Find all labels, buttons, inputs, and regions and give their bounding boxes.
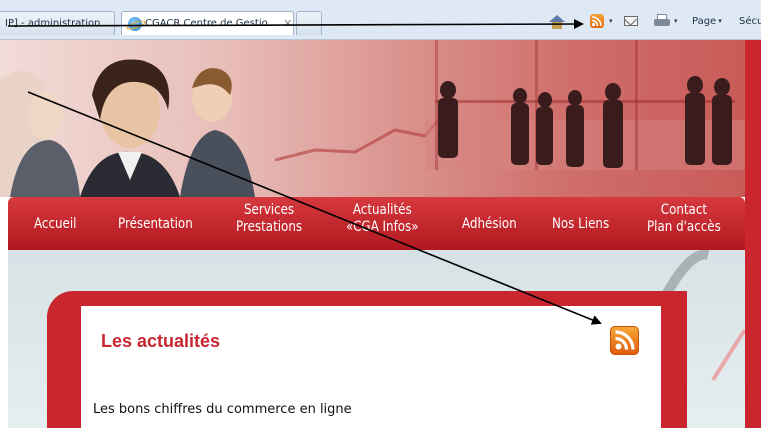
tab-label: IP] - administration bbox=[5, 18, 101, 29]
skyline-silhouette-image bbox=[274, 40, 751, 170]
mail-icon[interactable] bbox=[624, 16, 638, 26]
close-icon[interactable]: ✕ bbox=[283, 17, 292, 30]
website: Accueil Présentation Services Prestations… bbox=[0, 40, 761, 428]
rss-button[interactable] bbox=[590, 14, 604, 28]
rss-icon bbox=[591, 16, 602, 27]
business-people-image bbox=[0, 59, 255, 197]
main-navigation: Accueil Présentation Services Prestations… bbox=[8, 197, 745, 250]
screenshot-root: IP] - administration CGACR Centre de Ges… bbox=[0, 0, 761, 428]
home-icon bbox=[549, 14, 565, 29]
tab-cgacr[interactable]: CGACR Centre de Gestio... ✕ bbox=[121, 11, 294, 35]
print-dropdown[interactable]: ▾ bbox=[674, 12, 678, 30]
nav-adhesion[interactable]: Adhésion bbox=[462, 216, 517, 233]
home-button[interactable] bbox=[549, 12, 569, 30]
tab-label: CGACR Centre de Gestio... bbox=[145, 18, 278, 29]
nav-contact[interactable]: Contact Plan d'accès bbox=[647, 202, 721, 236]
rss-feed-icon bbox=[615, 330, 635, 350]
chevron-down-icon: ▾ bbox=[718, 17, 722, 25]
rss-feed-button[interactable] bbox=[610, 326, 639, 355]
tab-administration[interactable]: IP] - administration bbox=[0, 11, 115, 35]
print-button[interactable] bbox=[654, 14, 670, 28]
rss-dropdown[interactable]: ▾ bbox=[609, 12, 613, 30]
page-menu[interactable]: Page ▾ bbox=[692, 12, 722, 30]
nav-actualites[interactable]: Actualités «CGA Infos» bbox=[346, 202, 419, 236]
news-panel: Les actualités Les bons chiffres du comm… bbox=[47, 291, 687, 428]
news-title: Les actualités bbox=[101, 331, 221, 351]
nav-presentation[interactable]: Présentation bbox=[118, 216, 193, 233]
security-menu[interactable]: Sécu bbox=[739, 12, 761, 30]
new-tab[interactable] bbox=[296, 11, 322, 35]
browser-toolbar: IP] - administration CGACR Centre de Ges… bbox=[0, 0, 761, 40]
nav-nos-liens[interactable]: Nos Liens bbox=[552, 216, 609, 233]
news-panel-body: Les actualités Les bons chiffres du comm… bbox=[81, 306, 661, 428]
ie-icon bbox=[128, 16, 142, 31]
page-border bbox=[745, 40, 761, 428]
nav-accueil[interactable]: Accueil bbox=[34, 216, 77, 233]
article-link[interactable]: Les bons chiffres du commerce en ligne bbox=[93, 402, 352, 417]
nav-services-prestations[interactable]: Services Prestations bbox=[236, 202, 302, 236]
header-banner bbox=[0, 40, 761, 197]
